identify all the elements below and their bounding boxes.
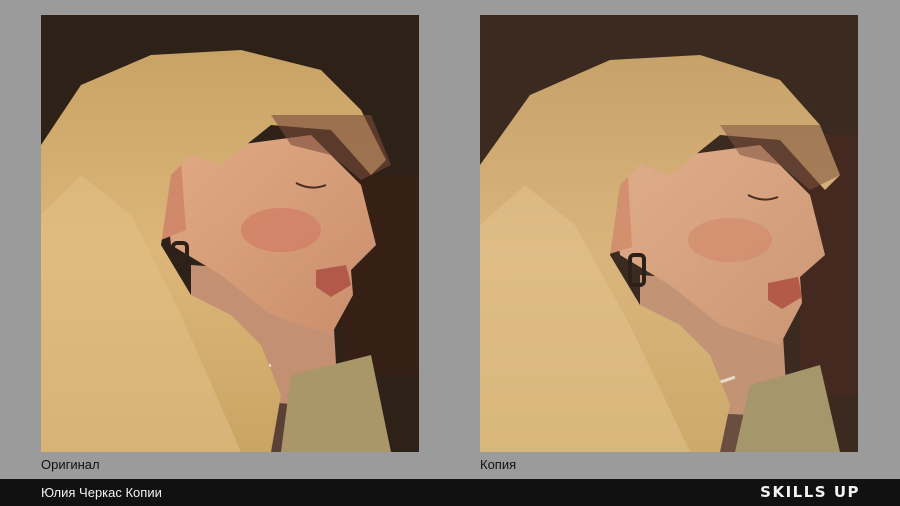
original-painting bbox=[41, 15, 419, 452]
copy-label: Копия bbox=[480, 457, 517, 472]
brand-logo: SKILLS UP bbox=[760, 483, 860, 501]
footer-bar: Юлия Черкас Копии SKILLS UP bbox=[0, 479, 900, 506]
original-label: Оригинал bbox=[41, 457, 100, 472]
copy-painting bbox=[480, 15, 858, 452]
original-portrait-image bbox=[41, 15, 419, 452]
copy-portrait-image bbox=[480, 15, 858, 452]
author-name: Юлия Черкас Копии bbox=[41, 485, 162, 500]
